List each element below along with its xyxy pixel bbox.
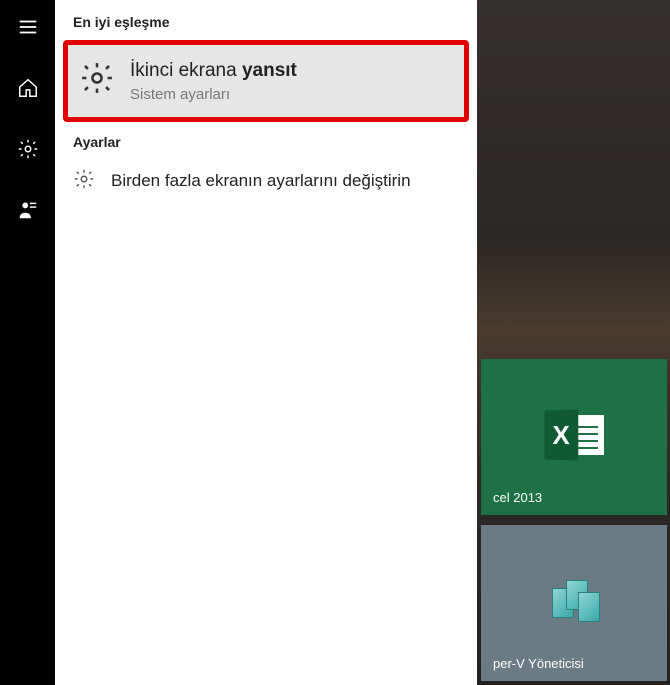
title-bold: yansıt bbox=[242, 60, 297, 81]
tile-label: per-V Yöneticisi bbox=[493, 656, 655, 671]
gear-icon bbox=[80, 61, 114, 100]
home-icon[interactable] bbox=[17, 77, 39, 104]
title-prefix: İkinci ekrana bbox=[130, 60, 242, 81]
best-match-title: İkinci ekrana yansıt bbox=[130, 59, 297, 84]
best-match-text: İkinci ekrana yansıt Sistem ayarları bbox=[130, 59, 297, 103]
gear-icon bbox=[73, 168, 95, 195]
sidebar bbox=[0, 0, 55, 685]
settings-header: Ayarlar bbox=[55, 128, 477, 160]
best-match-header: En iyi eşleşme bbox=[55, 8, 477, 40]
tile-excel[interactable]: X cel 2013 bbox=[481, 359, 667, 515]
settings-result[interactable]: Birden fazla ekranın ayarlarını değiştir… bbox=[55, 160, 477, 203]
tile-hyperv[interactable]: per-V Yöneticisi bbox=[481, 525, 667, 681]
tile-label: cel 2013 bbox=[493, 490, 655, 505]
hyperv-icon bbox=[548, 574, 600, 626]
best-match-subtitle: Sistem ayarları bbox=[130, 86, 297, 103]
search-results-panel: En iyi eşleşme İkinci ekrana yansıt Sist… bbox=[55, 0, 477, 685]
desktop-background: X cel 2013 per-V Yöneticisi bbox=[477, 0, 670, 685]
settings-result-label: Birden fazla ekranın ayarlarını değiştir… bbox=[111, 171, 411, 191]
hamburger-icon[interactable] bbox=[17, 16, 39, 43]
best-match-result[interactable]: İkinci ekrana yansıt Sistem ayarları bbox=[63, 40, 469, 122]
gear-icon[interactable] bbox=[17, 138, 39, 165]
user-icon[interactable] bbox=[17, 199, 39, 226]
excel-icon: X bbox=[544, 410, 604, 460]
